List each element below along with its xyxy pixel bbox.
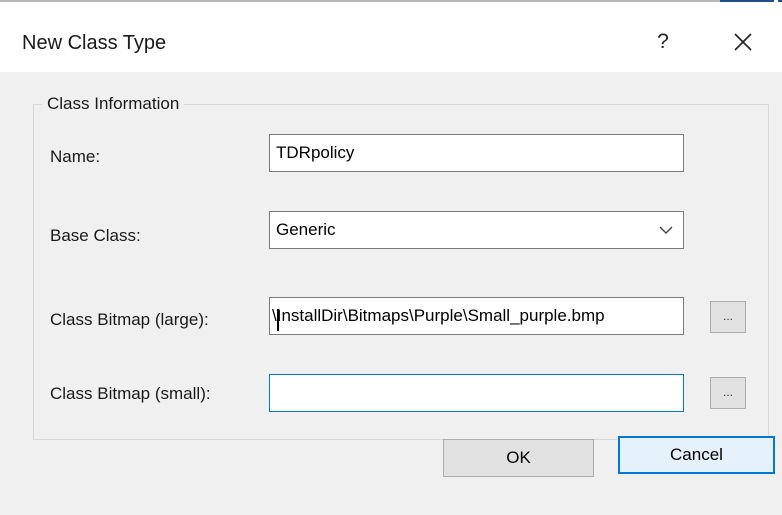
base-class-select[interactable]: Generic	[269, 211, 684, 249]
close-icon	[734, 33, 752, 51]
base-class-selected-value: Generic	[276, 220, 336, 239]
bitmap-small-input[interactable]	[269, 374, 684, 412]
dialog-title: New Class Type	[22, 32, 167, 54]
help-button[interactable]: ?	[645, 24, 681, 60]
cancel-button[interactable]: Cancel	[618, 436, 775, 474]
ok-button[interactable]: OK	[443, 439, 594, 477]
name-label: Name:	[50, 147, 101, 166]
bitmap-large-label: Class Bitmap (large):	[50, 310, 209, 329]
chevron-down-icon	[659, 226, 673, 234]
bitmap-large-input[interactable]: \InstallDir\Bitmaps\Purple\Small_purple.…	[269, 297, 684, 335]
base-class-label: Base Class:	[50, 226, 141, 245]
text-caret	[277, 309, 279, 331]
dialog-titlebar: New Class Type ?	[0, 2, 782, 72]
bitmap-small-label: Class Bitmap (small):	[50, 384, 211, 403]
bitmap-large-browse-button[interactable]: ...	[710, 301, 746, 333]
group-legend: Class Information	[42, 94, 185, 114]
close-button[interactable]	[721, 24, 765, 60]
name-input[interactable]: TDRpolicy	[269, 134, 684, 172]
dialog-body: Class Information Name: TDRpolicy Base C…	[0, 72, 782, 515]
bitmap-small-browse-button[interactable]: ...	[710, 377, 746, 409]
